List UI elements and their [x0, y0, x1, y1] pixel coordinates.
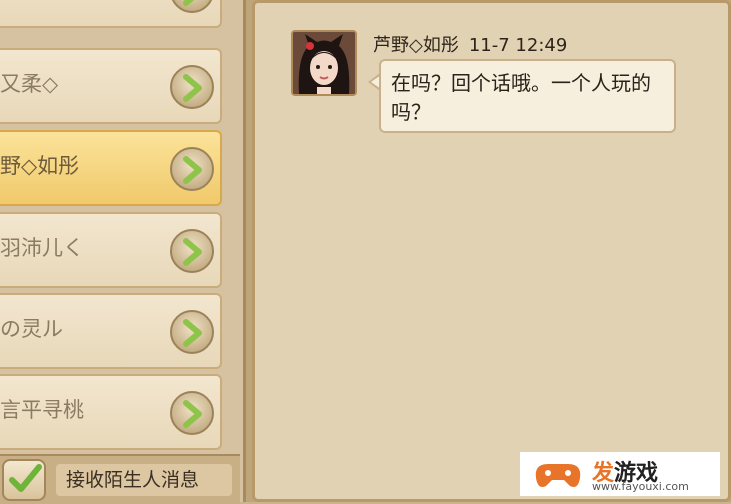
message-bubble: 在吗？回个话哦。一个人玩的吗？: [379, 59, 676, 133]
open-chat-button[interactable]: [170, 0, 214, 13]
contact-row[interactable]: [0, 0, 222, 28]
chevron-right-icon: [183, 238, 202, 266]
sender-avatar[interactable]: [291, 30, 357, 96]
contact-row[interactable]: 又柔◇: [0, 48, 222, 124]
watermark: 发游戏 www.fayouxi.com: [520, 452, 720, 496]
open-chat-button[interactable]: [170, 147, 214, 191]
contact-row[interactable]: の灵ル: [0, 293, 222, 369]
contact-row[interactable]: 言平寻桃: [0, 374, 222, 450]
contact-name: 野◇如彤: [0, 154, 80, 178]
contact-list: 又柔◇ 野◇如彤 羽沛儿く の灵ル 言平寻桃 接收陌生人消息: [0, 0, 246, 504]
avatar-portrait-icon: [293, 32, 355, 94]
chevron-right-icon: [183, 0, 195, 6]
contact-name: 言平寻桃: [0, 398, 84, 422]
open-chat-button[interactable]: [170, 310, 214, 354]
accept-strangers-label[interactable]: 接收陌生人消息: [56, 464, 232, 496]
gamepad-logo-icon: [535, 464, 581, 487]
chat-panel: 芦野◇如彤 11-7 12:49 在吗？回个话哦。一个人玩的吗？: [252, 0, 731, 502]
chevron-right-icon: [183, 74, 202, 102]
chevron-right-icon: [183, 319, 202, 347]
contact-name: 羽沛儿く: [0, 236, 84, 260]
open-chat-button[interactable]: [170, 391, 214, 435]
game-window: 又柔◇ 野◇如彤 羽沛儿く の灵ル 言平寻桃 接收陌生人消息 芦野◇如彤 11-…: [0, 0, 731, 504]
contact-row[interactable]: 羽沛儿く: [0, 212, 222, 288]
open-chat-button[interactable]: [170, 65, 214, 109]
open-chat-button[interactable]: [170, 229, 214, 273]
message-time: 11-7 12:49: [468, 35, 568, 56]
chevron-right-icon: [183, 156, 202, 184]
watermark-url: www.fayouxi.com: [592, 480, 689, 493]
contact-row-selected[interactable]: 野◇如彤: [0, 130, 222, 206]
accept-strangers-checkbox[interactable]: [2, 459, 46, 501]
sender-name[interactable]: 芦野◇如彤: [373, 35, 459, 56]
bottom-bar: 接收陌生人消息: [0, 454, 240, 504]
message-header: 芦野◇如彤 11-7 12:49: [373, 31, 567, 57]
contact-name: の灵ル: [0, 317, 63, 341]
contact-name: 又柔◇: [0, 72, 59, 96]
checkmark-icon: [9, 464, 42, 492]
chevron-right-icon: [183, 400, 202, 428]
